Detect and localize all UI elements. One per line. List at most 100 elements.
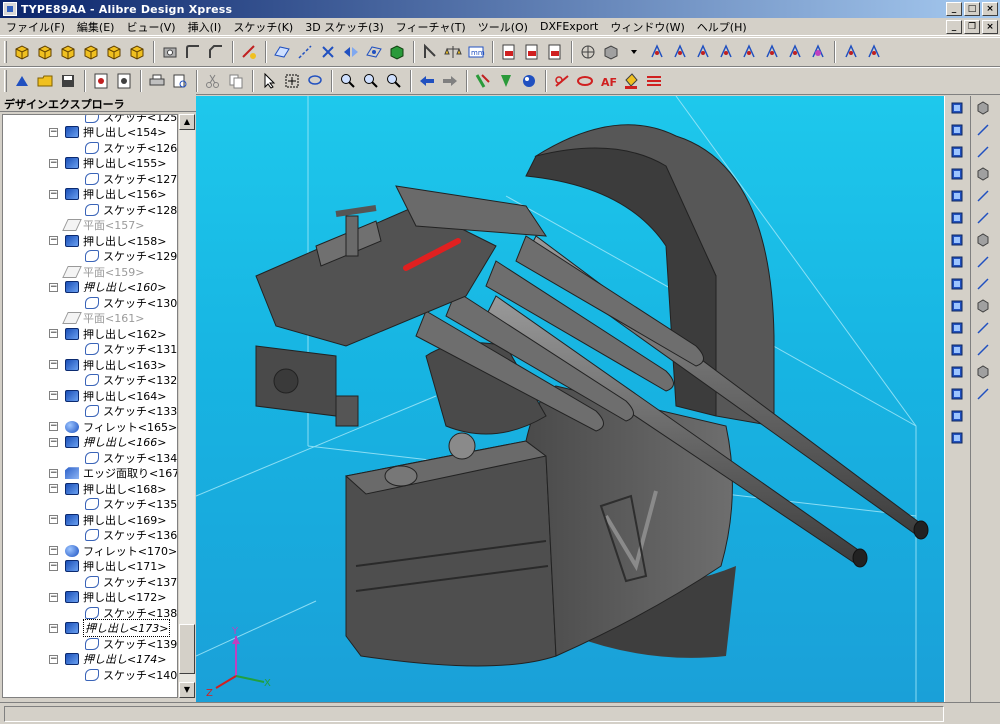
expand-toggle[interactable]: − bbox=[49, 484, 58, 494]
rebuild-icon[interactable] bbox=[472, 70, 494, 92]
menu-file[interactable]: ファイル(F) bbox=[0, 19, 71, 35]
expand-toggle[interactable]: − bbox=[49, 623, 58, 633]
tree-row[interactable]: スケッチ<139> bbox=[3, 636, 177, 652]
doc-close-button[interactable]: × bbox=[982, 20, 998, 34]
sketch-text-icon[interactable]: AF bbox=[597, 70, 619, 92]
tree-row[interactable]: スケッチ<128> bbox=[3, 202, 177, 218]
tree-row[interactable]: スケッチ<138> bbox=[3, 605, 177, 621]
expand-toggle[interactable]: − bbox=[49, 189, 58, 199]
mirror-feature-icon[interactable] bbox=[340, 41, 362, 63]
hidden-view-icon[interactable] bbox=[946, 318, 968, 338]
tree-row[interactable]: − 押し出し<158> bbox=[3, 233, 177, 249]
balance-icon[interactable] bbox=[442, 41, 464, 63]
tree-row[interactable]: スケッチ<132> bbox=[3, 373, 177, 389]
fit-view-icon[interactable] bbox=[946, 428, 968, 448]
print-icon[interactable] bbox=[146, 70, 168, 92]
line-icon[interactable] bbox=[972, 98, 994, 118]
constraint-c-icon[interactable] bbox=[692, 41, 714, 63]
lasso-icon[interactable] bbox=[304, 70, 326, 92]
tree-row[interactable]: − 押し出し<163> bbox=[3, 357, 177, 373]
tree-row[interactable]: 平面<161> bbox=[3, 311, 177, 327]
zoom-icon[interactable] bbox=[337, 70, 359, 92]
tool-extra-icon[interactable] bbox=[840, 41, 862, 63]
line-style-icon[interactable] bbox=[643, 70, 665, 92]
explode-view-icon[interactable] bbox=[946, 362, 968, 382]
point-icon[interactable] bbox=[317, 41, 339, 63]
circle-icon[interactable] bbox=[972, 164, 994, 184]
shell-icon[interactable] bbox=[126, 41, 148, 63]
constraint-a-icon[interactable] bbox=[646, 41, 668, 63]
tree-row[interactable]: − 押し出し<160> bbox=[3, 280, 177, 296]
menu-3d-sketch[interactable]: 3D スケッチ(3) bbox=[299, 19, 390, 35]
function-icon[interactable] bbox=[972, 384, 994, 404]
tree-row[interactable]: 平面<157> bbox=[3, 218, 177, 234]
tree-row[interactable]: スケッチ<136> bbox=[3, 528, 177, 544]
tree-row[interactable]: スケッチ<127> bbox=[3, 171, 177, 187]
tree-row[interactable]: − 押し出し<173> bbox=[3, 619, 177, 638]
expand-toggle[interactable]: − bbox=[49, 127, 58, 137]
tree-row[interactable]: − 押し出し<155> bbox=[3, 156, 177, 172]
chamfer-tool-icon[interactable] bbox=[205, 41, 227, 63]
revolve-icon[interactable] bbox=[34, 41, 56, 63]
maximize-button[interactable]: □ bbox=[964, 2, 980, 16]
extrude-icon[interactable] bbox=[11, 41, 33, 63]
tree-row[interactable]: スケッチ<134> bbox=[3, 450, 177, 466]
render-icon[interactable] bbox=[518, 70, 540, 92]
cut-clip-icon[interactable] bbox=[202, 70, 224, 92]
expand-toggle[interactable]: − bbox=[49, 360, 58, 370]
zoom-view-icon[interactable] bbox=[946, 406, 968, 426]
tree-row[interactable]: − エッジ面取り<167> bbox=[3, 466, 177, 482]
rectangle-icon[interactable] bbox=[972, 208, 994, 228]
constraint-f-icon[interactable] bbox=[761, 41, 783, 63]
polygon-icon[interactable] bbox=[972, 230, 994, 250]
scroll-thumb[interactable] bbox=[179, 624, 195, 674]
constraint-d-icon[interactable] bbox=[715, 41, 737, 63]
constraint-e-icon[interactable] bbox=[738, 41, 760, 63]
tree-row[interactable]: − 押し出し<164> bbox=[3, 388, 177, 404]
expand-toggle[interactable]: − bbox=[49, 546, 58, 556]
menu-edit[interactable]: 編集(E) bbox=[71, 19, 121, 35]
expand-toggle[interactable]: − bbox=[49, 391, 58, 401]
scroll-up-button[interactable]: ▲ bbox=[179, 114, 195, 130]
loft-icon[interactable] bbox=[80, 41, 102, 63]
doc-minimize-button[interactable]: _ bbox=[946, 20, 962, 34]
tree-row[interactable]: − 押し出し<172> bbox=[3, 590, 177, 606]
tree-row[interactable]: − 押し出し<169> bbox=[3, 512, 177, 528]
arc-icon[interactable] bbox=[972, 186, 994, 206]
pan-view-icon[interactable] bbox=[946, 384, 968, 404]
doc-restore-button[interactable]: ❐ bbox=[964, 20, 980, 34]
print-preview-icon[interactable] bbox=[169, 70, 191, 92]
reference-icon[interactable] bbox=[363, 41, 385, 63]
expand-toggle[interactable]: − bbox=[49, 468, 58, 478]
tree-row[interactable]: − 押し出し<168> bbox=[3, 481, 177, 497]
tree-row[interactable]: − 押し出し<154> bbox=[3, 125, 177, 141]
fill-bucket-icon[interactable] bbox=[620, 70, 642, 92]
close-button[interactable]: × bbox=[982, 2, 998, 16]
new-icon[interactable] bbox=[11, 70, 33, 92]
menu-insert[interactable]: 挿入(I) bbox=[182, 19, 228, 35]
box-view-icon[interactable] bbox=[946, 120, 968, 140]
tree-row[interactable]: − 押し出し<156> bbox=[3, 187, 177, 203]
shaded-model-icon[interactable] bbox=[600, 41, 622, 63]
tree-row[interactable]: スケッチ<133> bbox=[3, 404, 177, 420]
home-view-icon[interactable] bbox=[946, 142, 968, 162]
pattern-icon[interactable] bbox=[238, 41, 260, 63]
sweep-icon[interactable] bbox=[57, 41, 79, 63]
right-view-icon[interactable] bbox=[946, 98, 968, 118]
fillet-tool-icon[interactable] bbox=[182, 41, 204, 63]
fillet-icon[interactable] bbox=[972, 362, 994, 382]
export-drawing-icon[interactable] bbox=[521, 41, 543, 63]
part-icon[interactable] bbox=[113, 70, 135, 92]
open-folder-icon[interactable] bbox=[34, 70, 56, 92]
constraint-h-icon[interactable] bbox=[807, 41, 829, 63]
expand-toggle[interactable]: − bbox=[49, 236, 58, 246]
units-icon[interactable]: mm bbox=[465, 41, 487, 63]
save-icon[interactable] bbox=[57, 70, 79, 92]
tree-row[interactable]: − 押し出し<166> bbox=[3, 435, 177, 451]
sketch-line-icon[interactable] bbox=[551, 70, 573, 92]
3d-viewport[interactable]: Y X Z bbox=[196, 96, 944, 702]
select-box-icon[interactable] bbox=[281, 70, 303, 92]
point-icon[interactable] bbox=[972, 120, 994, 140]
spline-icon[interactable] bbox=[972, 142, 994, 162]
tree-row[interactable]: − 押し出し<162> bbox=[3, 326, 177, 342]
